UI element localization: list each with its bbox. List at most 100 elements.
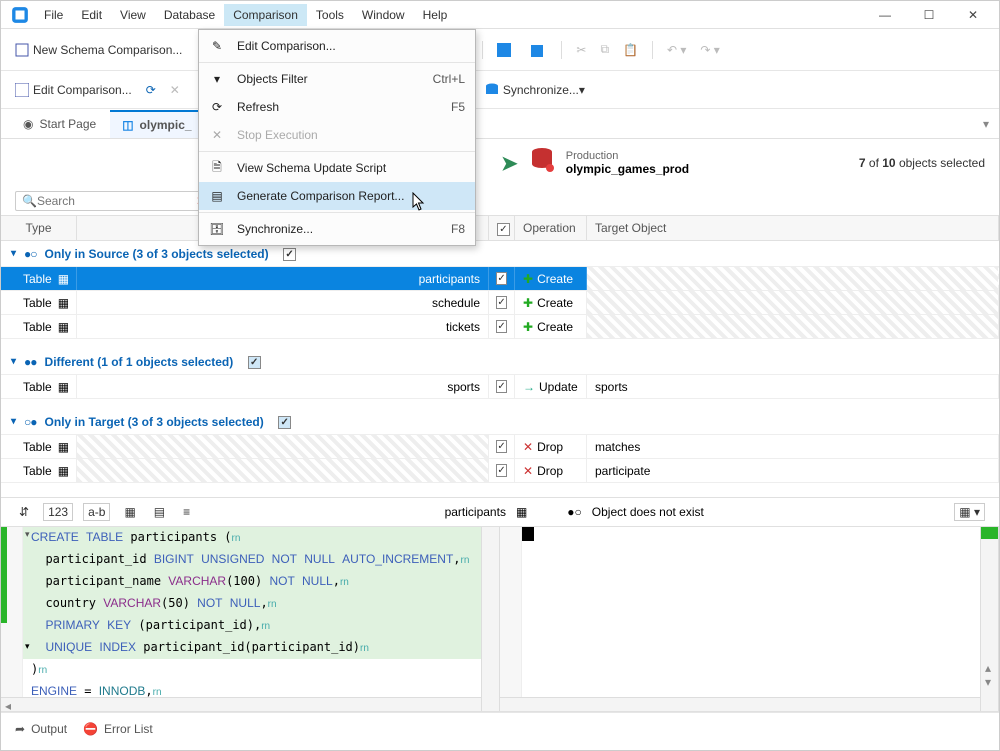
menu-comparison[interactable]: Comparison	[224, 4, 307, 26]
menu-view[interactable]: View	[111, 4, 155, 26]
redo-button[interactable]: ↷ ▾	[696, 40, 723, 60]
tab-active[interactable]: ◫olympic_	[110, 110, 203, 138]
mouse-cursor-icon	[412, 192, 426, 212]
menu-window[interactable]: Window	[353, 4, 414, 26]
op-label: Create	[537, 272, 573, 286]
expand-icon[interactable]: ▾	[11, 248, 16, 259]
code-line: PRIMARY KEY (participant_id),rn	[1, 615, 499, 637]
menu-help[interactable]: Help	[414, 4, 457, 26]
vertical-scrollbar[interactable]: ▴ ▾	[980, 527, 998, 711]
group-checkbox[interactable]: ✓	[248, 356, 261, 369]
expand-icon[interactable]: ▾	[11, 356, 16, 367]
dd-shortcut: F5	[451, 100, 465, 114]
header-target[interactable]: Target Object	[587, 216, 999, 240]
save-button[interactable]	[493, 40, 519, 60]
status-error-list[interactable]: ⛔Error List	[83, 722, 153, 736]
row-checkbox[interactable]: ✓	[496, 296, 506, 309]
diff-tool-2[interactable]: 123	[43, 503, 73, 521]
source-name: participants	[77, 267, 489, 290]
dd-label: Synchronize...	[237, 222, 313, 236]
tab-start-page[interactable]: ◉Start Page	[11, 111, 108, 137]
table-row[interactable]: Table ▦ participants ✓ ✚Create	[1, 267, 999, 291]
group-checkbox[interactable]: ✓	[278, 416, 291, 429]
maximize-button[interactable]: ☐	[907, 3, 951, 27]
tab-label: olympic_	[140, 118, 192, 132]
paste-button[interactable]: 📋	[619, 40, 642, 60]
toolbar-label: Edit Comparison...	[33, 83, 132, 97]
tab-overflow[interactable]: ▾	[983, 117, 989, 131]
save-all-button[interactable]	[525, 40, 551, 60]
table-row[interactable]: Table ▦ tickets ✓ ✚Create	[1, 315, 999, 339]
diff-tool-1[interactable]: ⇵	[15, 502, 33, 522]
expand-icon[interactable]: ▾	[11, 416, 16, 427]
cut-button[interactable]: ✂	[572, 40, 590, 60]
minimize-button[interactable]: —	[863, 3, 907, 27]
header-operation[interactable]: Operation	[515, 216, 587, 240]
header-type[interactable]: Type	[1, 216, 77, 240]
error-icon: ⛔	[83, 722, 98, 736]
toolbar-label: Synchronize...	[503, 83, 579, 97]
op-label: Drop	[537, 440, 563, 454]
edit-comparison-button[interactable]: Edit Comparison...	[11, 80, 136, 100]
titlebar: File Edit View Database Comparison Tools…	[1, 1, 999, 29]
fold-icon[interactable]: ▾	[25, 529, 30, 540]
synchronize-button[interactable]: Synchronize... ▾	[481, 80, 589, 100]
table-row[interactable]: Table ▦ schedule ✓ ✚Create	[1, 291, 999, 315]
refresh-button[interactable]: ⟳	[142, 80, 160, 100]
menu-edit[interactable]: Edit	[72, 4, 111, 26]
horizontal-scrollbar[interactable]: ◂	[1, 697, 481, 711]
table-row[interactable]: Table ▦ sports ✓ →Update sports	[1, 375, 999, 399]
dd-objects-filter[interactable]: ▾Objects FilterCtrl+L	[199, 65, 475, 93]
save-all-icon	[529, 43, 543, 57]
close-button[interactable]: ✕	[951, 3, 995, 27]
fold-icon[interactable]: ▾	[25, 641, 30, 652]
dd-label: Refresh	[237, 100, 279, 114]
diff-view-mode[interactable]: ▦ ▾	[954, 503, 985, 521]
type-label: Table	[23, 272, 52, 286]
table-icon: ▦	[58, 440, 69, 454]
target-label: Production	[566, 150, 689, 162]
dd-refresh[interactable]: ⟳RefreshF5	[199, 93, 475, 121]
group-only-target[interactable]: ▾ ○● Only in Target (3 of 3 objects sele…	[1, 409, 999, 435]
diff-tool-6[interactable]: ≡	[179, 502, 194, 522]
diff-right-name: Object does not exist	[592, 505, 704, 519]
copy-button[interactable]: ⧉	[596, 39, 613, 60]
horizontal-scrollbar[interactable]	[500, 697, 980, 711]
type-label: Table	[23, 320, 52, 334]
diff-panes: ▾ CREATE TABLE participants (rn particip…	[1, 527, 999, 712]
new-schema-comparison-button[interactable]: New Schema Comparison...	[11, 40, 186, 60]
menu-tools[interactable]: Tools	[307, 4, 353, 26]
diff-tool-3[interactable]: a-b	[83, 503, 110, 521]
dd-edit-comparison[interactable]: ✎Edit Comparison...	[199, 32, 475, 60]
undo-button[interactable]: ↶ ▾	[663, 40, 690, 60]
row-checkbox[interactable]: ✓	[496, 272, 506, 285]
row-checkbox[interactable]: ✓	[496, 440, 506, 453]
table-row[interactable]: Table ▦ ✓ ✕Drop participate	[1, 459, 999, 483]
group-only-source[interactable]: ▾ ●○ Only in Source (3 of 3 objects sele…	[1, 241, 999, 267]
search-box[interactable]: 🔍 ✕	[15, 191, 213, 211]
vertical-scrollbar[interactable]	[481, 527, 499, 711]
status-output[interactable]: ➦Output	[15, 722, 67, 736]
dd-synchronize[interactable]: 🗄Synchronize...F8	[199, 215, 475, 243]
group-checkbox[interactable]: ✓	[283, 248, 296, 261]
search-input[interactable]	[37, 194, 192, 208]
group-different[interactable]: ▾ ●● Different (1 of 1 objects selected)…	[1, 349, 999, 375]
row-checkbox[interactable]: ✓	[496, 464, 506, 477]
dd-shortcut: F8	[451, 222, 465, 236]
comparison-dropdown: ✎Edit Comparison... ▾Objects FilterCtrl+…	[198, 29, 476, 246]
stop-button[interactable]: ✕	[166, 80, 184, 100]
header-check[interactable]: ✓	[489, 216, 515, 240]
row-checkbox[interactable]: ✓	[496, 320, 506, 333]
dd-view-script[interactable]: 🗎View Schema Update Script	[199, 154, 475, 182]
diff-tool-4[interactable]: ▦	[120, 502, 139, 522]
status-dots-icon: ●○	[24, 247, 37, 261]
dd-generate-report[interactable]: ▤Generate Comparison Report...	[199, 182, 475, 210]
menu-file[interactable]: File	[35, 4, 72, 26]
diff-tool-5[interactable]: ▤	[150, 502, 169, 522]
table-row[interactable]: Table ▦ ✓ ✕Drop matches	[1, 435, 999, 459]
code-line: participant_id BIGINT UNSIGNED NOT NULL …	[1, 549, 499, 571]
menu-database[interactable]: Database	[155, 4, 224, 26]
dd-label: Edit Comparison...	[237, 39, 336, 53]
row-checkbox[interactable]: ✓	[496, 380, 506, 393]
dd-label: Stop Execution	[237, 128, 318, 142]
